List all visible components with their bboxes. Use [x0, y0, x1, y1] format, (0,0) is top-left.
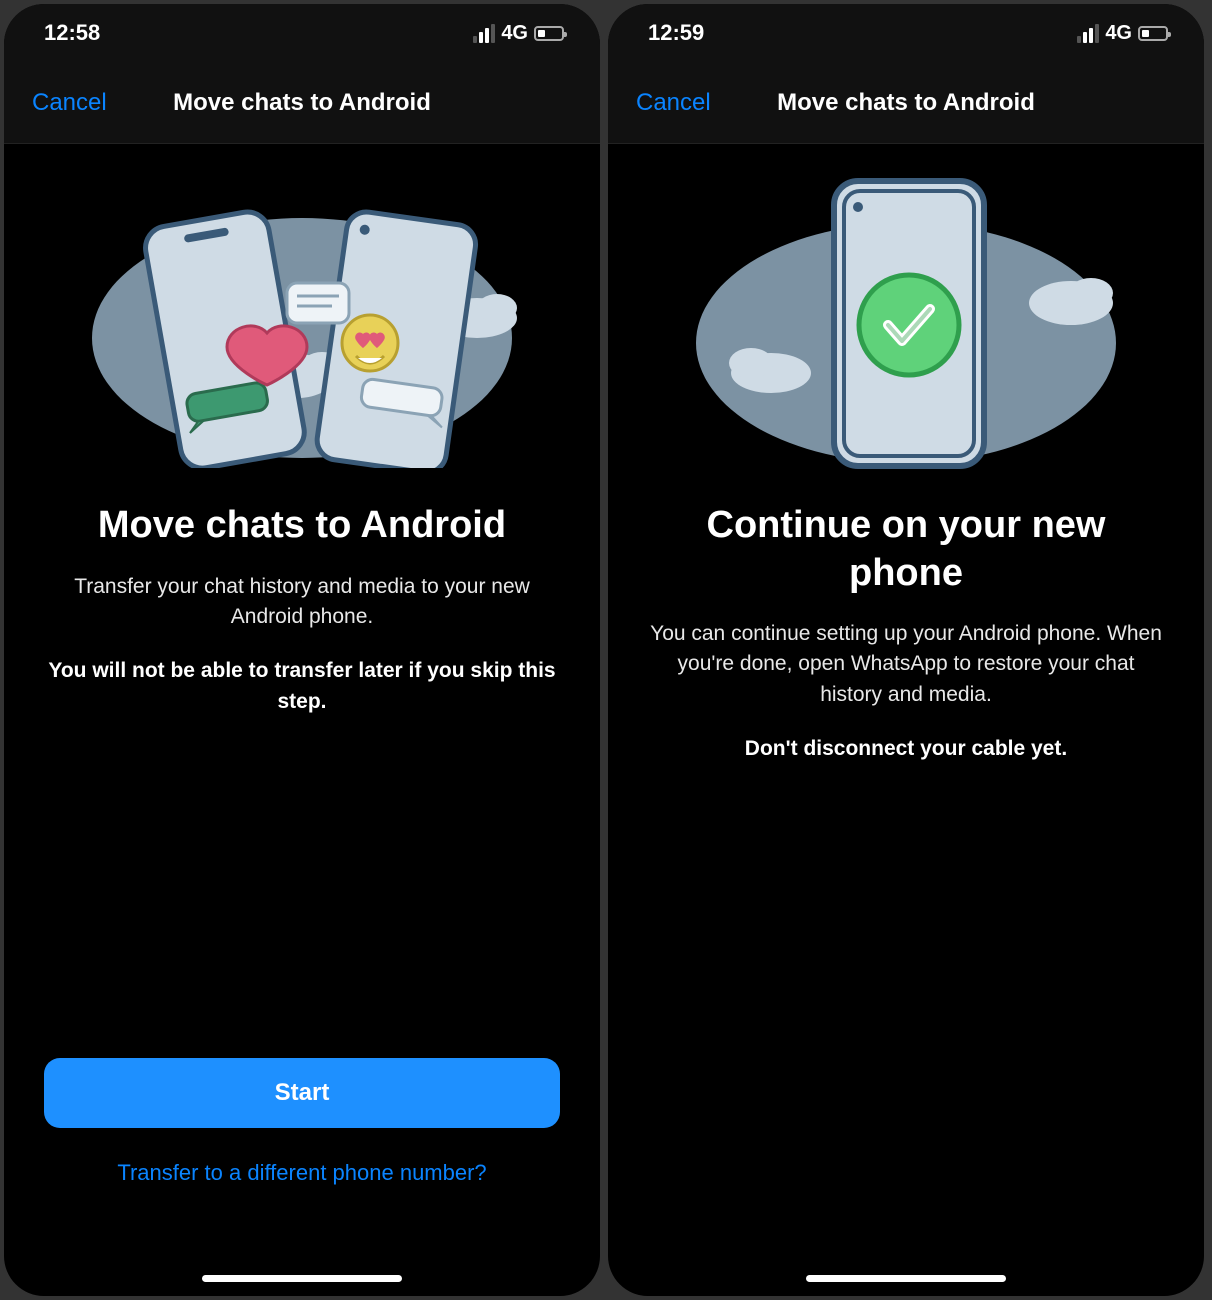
cancel-button[interactable]: Cancel: [32, 89, 107, 117]
nav-bar: Cancel Move chats to Android: [608, 62, 1204, 144]
transfer-different-number-link[interactable]: Transfer to a different phone number?: [44, 1160, 560, 1186]
screen-continue-new-phone: 12:59 4G Cancel Move chats to Android: [608, 4, 1204, 1296]
status-bar: 12:59 4G: [608, 4, 1204, 62]
network-label: 4G: [501, 22, 528, 45]
home-indicator[interactable]: [806, 1275, 1006, 1282]
status-right: 4G: [473, 22, 564, 45]
home-indicator[interactable]: [202, 1275, 402, 1282]
page-body: You can continue setting up your Android…: [648, 619, 1164, 710]
page-warning: You will not be able to transfer later i…: [44, 656, 560, 717]
transfer-illustration: [44, 168, 560, 468]
screen-move-chats: 12:58 4G Cancel Move chats to Android: [4, 4, 600, 1296]
network-label: 4G: [1105, 22, 1132, 45]
battery-icon: [1138, 26, 1168, 41]
status-time: 12:59: [648, 20, 704, 46]
nav-bar: Cancel Move chats to Android: [4, 62, 600, 144]
start-button[interactable]: Start: [44, 1058, 560, 1128]
page-heading: Move chats to Android: [44, 502, 560, 550]
battery-icon: [534, 26, 564, 41]
cancel-button[interactable]: Cancel: [636, 89, 711, 117]
signal-icon: [1077, 24, 1099, 43]
status-bar: 12:58 4G: [4, 4, 600, 62]
page-body: Transfer your chat history and media to …: [44, 572, 560, 633]
page-warning: Don't disconnect your cable yet.: [648, 734, 1164, 764]
status-right: 4G: [1077, 22, 1168, 45]
signal-icon: [473, 24, 495, 43]
page-heading: Continue on your new phone: [648, 502, 1164, 597]
success-illustration: [648, 168, 1164, 468]
status-time: 12:58: [44, 20, 100, 46]
